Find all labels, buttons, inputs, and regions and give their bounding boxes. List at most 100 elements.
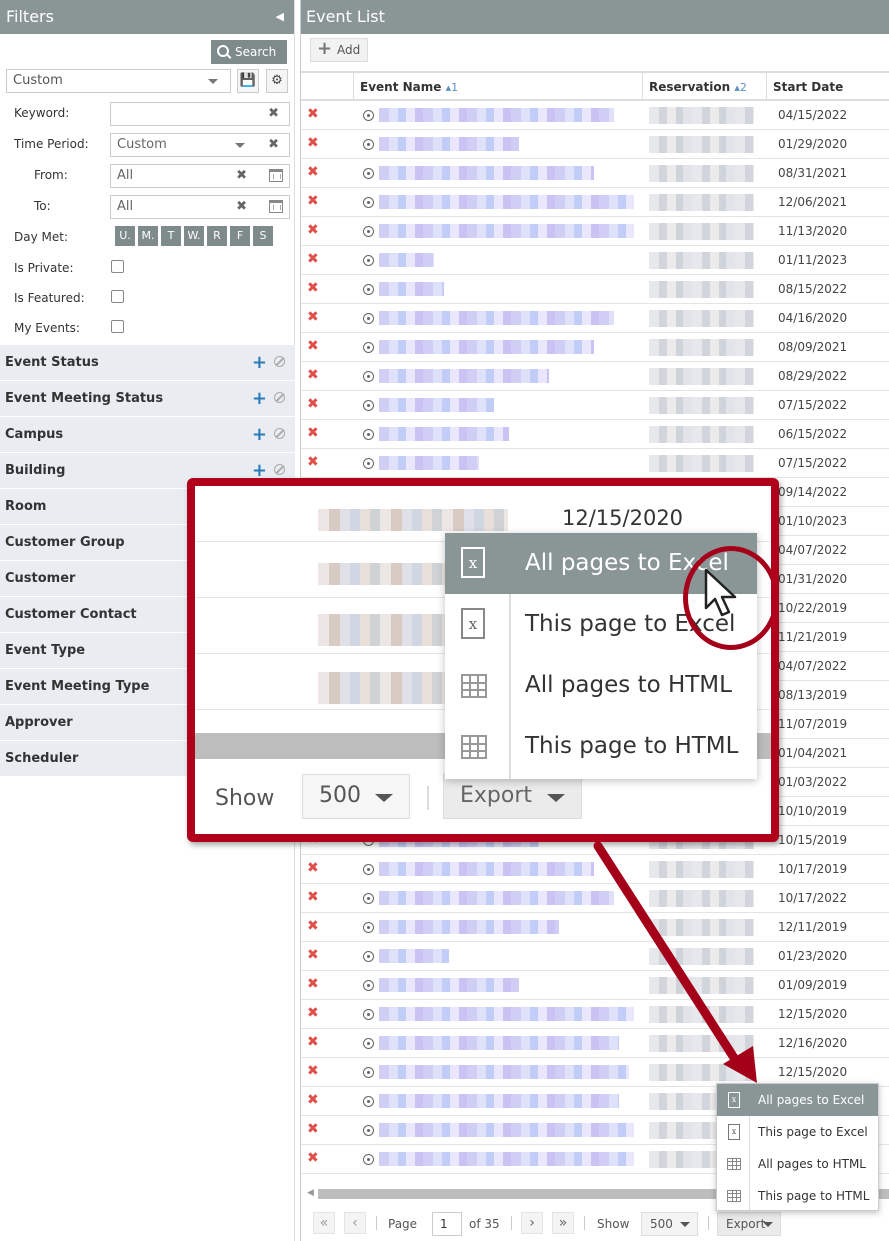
delete-icon[interactable]: ✖ — [307, 918, 319, 934]
is-private-checkbox[interactable] — [111, 260, 124, 273]
redacted-event-name[interactable] — [379, 1036, 619, 1050]
add-filter-icon[interactable]: + — [252, 381, 267, 417]
filter-preset-select[interactable]: Custom — [6, 69, 231, 93]
delete-icon[interactable]: ✖ — [307, 1063, 319, 1079]
add-event-button[interactable]: + Add — [310, 38, 368, 62]
next-page-button[interactable]: › — [521, 1212, 543, 1234]
redacted-event-name[interactable] — [379, 108, 614, 122]
target-icon[interactable] — [363, 226, 374, 237]
first-page-button[interactable]: « — [313, 1212, 335, 1234]
target-icon[interactable] — [363, 168, 374, 179]
delete-icon[interactable]: ✖ — [307, 454, 319, 470]
column-start-date[interactable]: Start Date — [766, 73, 889, 101]
delete-icon[interactable]: ✖ — [307, 425, 319, 441]
export-menu-item[interactable]: This page to HTML — [717, 1180, 878, 1212]
calendar-icon[interactable] — [269, 169, 283, 182]
page-size-select[interactable]: 500 — [641, 1212, 698, 1236]
redacted-event-name[interactable] — [379, 891, 614, 905]
table-row[interactable]: ✖ 12/15/2020 — [301, 1000, 889, 1029]
keyword-input[interactable]: ✖ — [110, 102, 290, 126]
filter-category[interactable]: Event Status + — [0, 345, 295, 381]
target-icon[interactable] — [363, 110, 374, 121]
delete-icon[interactable]: ✖ — [307, 106, 319, 122]
redacted-event-name[interactable] — [379, 369, 549, 383]
column-reservation[interactable]: Reservation ▴2 — [642, 73, 767, 101]
redacted-event-name[interactable] — [379, 398, 494, 412]
target-icon[interactable] — [363, 1009, 374, 1020]
export-menu-item[interactable]: x This page to Excel — [717, 1116, 878, 1148]
day-toggle[interactable]: W. — [184, 226, 204, 246]
redacted-event-name[interactable] — [379, 456, 479, 470]
delete-icon[interactable]: ✖ — [307, 396, 319, 412]
day-toggle[interactable]: U. — [115, 226, 135, 246]
collapse-panel-icon[interactable]: ◀ — [276, 0, 284, 34]
redacted-event-name[interactable] — [379, 978, 519, 992]
redacted-event-name[interactable] — [379, 1094, 619, 1108]
delete-icon[interactable]: ✖ — [307, 1005, 319, 1021]
target-icon[interactable] — [363, 1038, 374, 1049]
target-icon[interactable] — [363, 980, 374, 991]
column-event-name[interactable]: Event Name ▴1 — [353, 73, 643, 101]
target-icon[interactable] — [363, 313, 374, 324]
redacted-event-name[interactable] — [379, 862, 594, 876]
delete-icon[interactable]: ✖ — [307, 222, 319, 238]
day-toggle[interactable]: F — [230, 226, 250, 246]
clear-from-icon[interactable]: ✖ — [236, 165, 247, 187]
redacted-event-name[interactable] — [379, 311, 614, 325]
clear-keyword-icon[interactable]: ✖ — [268, 103, 279, 125]
delete-icon[interactable]: ✖ — [307, 251, 319, 267]
delete-icon[interactable]: ✖ — [307, 1092, 319, 1108]
table-row[interactable]: ✖ 12/06/2021 — [301, 188, 889, 217]
target-icon[interactable] — [363, 864, 374, 875]
redacted-event-name[interactable] — [379, 1152, 634, 1166]
target-icon[interactable] — [363, 197, 374, 208]
redacted-event-name[interactable] — [379, 282, 444, 296]
delete-icon[interactable]: ✖ — [307, 309, 319, 325]
time-period-select[interactable]: Custom ✖ — [110, 133, 290, 157]
table-row[interactable]: ✖ 08/29/2022 — [301, 362, 889, 391]
target-icon[interactable] — [363, 371, 374, 382]
redacted-event-name[interactable] — [379, 427, 509, 441]
table-row[interactable]: ✖ 08/31/2021 — [301, 159, 889, 188]
delete-icon[interactable]: ✖ — [307, 367, 319, 383]
redacted-event-name[interactable] — [379, 920, 559, 934]
target-icon[interactable] — [363, 284, 374, 295]
filter-settings-button[interactable]: ⚙ — [266, 69, 288, 93]
table-row[interactable]: ✖ 01/29/2020 — [301, 130, 889, 159]
table-row[interactable]: ✖ 01/09/2019 — [301, 971, 889, 1000]
filter-category[interactable]: Event Meeting Status + — [0, 381, 295, 417]
target-icon[interactable] — [363, 1096, 374, 1107]
target-icon[interactable] — [363, 1154, 374, 1165]
delete-icon[interactable]: ✖ — [307, 1034, 319, 1050]
filter-category[interactable]: Campus + — [0, 417, 295, 453]
calendar-icon[interactable] — [269, 200, 283, 213]
target-icon[interactable] — [363, 400, 374, 411]
table-row[interactable]: ✖ 11/13/2020 — [301, 217, 889, 246]
export-button[interactable]: Export — [717, 1212, 781, 1236]
last-page-button[interactable]: » — [552, 1212, 574, 1234]
table-row[interactable]: ✖ 04/16/2020 — [301, 304, 889, 333]
target-icon[interactable] — [363, 139, 374, 150]
target-icon[interactable] — [363, 342, 374, 353]
table-row[interactable]: ✖ 12/11/2019 — [301, 913, 889, 942]
prev-page-button[interactable]: ‹ — [344, 1212, 366, 1234]
clear-filter-icon[interactable] — [274, 392, 285, 403]
target-icon[interactable] — [363, 458, 374, 469]
add-filter-icon[interactable]: + — [252, 417, 267, 453]
redacted-event-name[interactable] — [379, 1065, 629, 1079]
table-row[interactable]: ✖ 07/15/2022 — [301, 391, 889, 420]
target-icon[interactable] — [363, 429, 374, 440]
redacted-event-name[interactable] — [379, 224, 634, 238]
day-toggle[interactable]: S — [253, 226, 273, 246]
delete-icon[interactable]: ✖ — [307, 164, 319, 180]
scroll-left-icon[interactable]: ◀ — [307, 1188, 314, 1198]
delete-icon[interactable]: ✖ — [307, 1150, 319, 1166]
delete-icon[interactable]: ✖ — [307, 889, 319, 905]
target-icon[interactable] — [363, 893, 374, 904]
my-events-checkbox[interactable] — [111, 320, 124, 333]
export-menu-item[interactable]: All pages to HTML — [717, 1148, 878, 1180]
table-row[interactable]: ✖ 12/16/2020 — [301, 1029, 889, 1058]
page-number-input[interactable]: 1 — [432, 1212, 462, 1236]
clear-filter-icon[interactable] — [274, 464, 285, 475]
redacted-event-name[interactable] — [379, 1007, 634, 1021]
